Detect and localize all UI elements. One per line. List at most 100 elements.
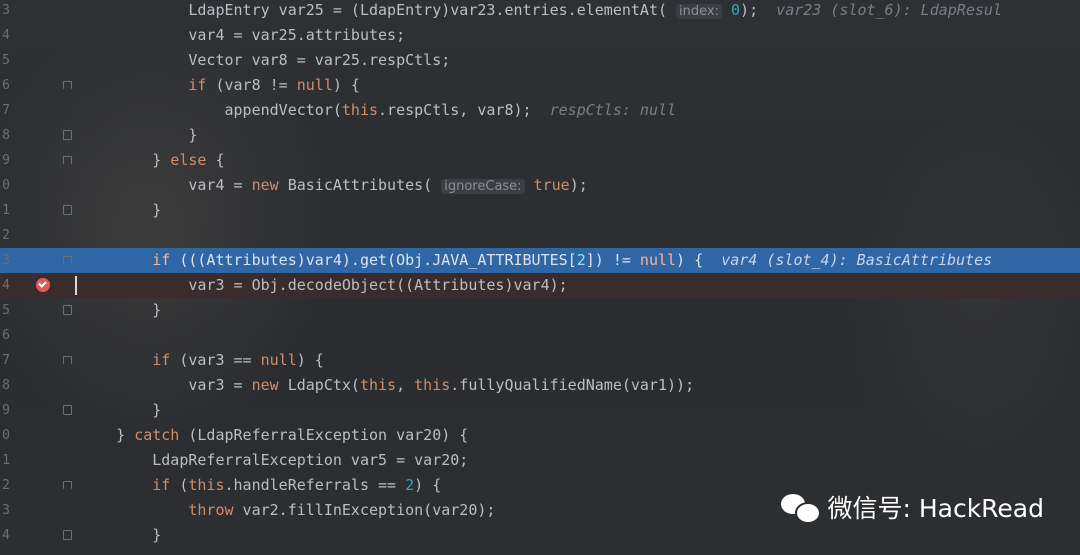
code-editor[interactable]: 3 LdapEntry var25 = (LdapEntry)var23.ent… bbox=[0, 0, 1080, 555]
code-line[interactable]: 4 } bbox=[0, 523, 1080, 548]
code-token: Vector var8 = var25.respCtls; bbox=[80, 51, 451, 69]
code-text[interactable]: } bbox=[80, 298, 161, 323]
code-text[interactable]: Vector var8 = var25.respCtls; bbox=[80, 48, 450, 73]
line-number[interactable]: 6 bbox=[0, 73, 10, 98]
code-token: null bbox=[296, 76, 333, 94]
code-line[interactable]: 1 LdapReferralException var5 = var20; bbox=[0, 448, 1080, 473]
code-text[interactable]: appendVector(this.respCtls, var8); respC… bbox=[80, 98, 676, 123]
code-token: } bbox=[80, 301, 162, 319]
line-number[interactable]: 9 bbox=[0, 398, 10, 423]
code-line[interactable]: 6 bbox=[0, 323, 1080, 348]
code-token: } bbox=[80, 126, 198, 144]
code-token: null bbox=[260, 351, 297, 369]
line-number[interactable]: 7 bbox=[0, 348, 10, 373]
fold-collapse-icon[interactable] bbox=[63, 156, 72, 164]
fold-end-icon[interactable] bbox=[63, 130, 72, 140]
code-token: LdapEntry var25 = (LdapEntry)var23.entri… bbox=[80, 1, 677, 19]
code-line[interactable]: 8 var3 = new LdapCtx(this, this.fullyQua… bbox=[0, 373, 1080, 398]
code-token: BasicAttributes( bbox=[278, 176, 442, 194]
code-line[interactable]: 5 Vector var8 = var25.respCtls; bbox=[0, 48, 1080, 73]
code-text[interactable]: } bbox=[80, 198, 161, 223]
code-line[interactable]: 1 } bbox=[0, 198, 1080, 223]
code-token: this bbox=[341, 101, 379, 119]
code-line[interactable]: 3 LdapEntry var25 = (LdapEntry)var23.ent… bbox=[0, 0, 1080, 23]
line-number[interactable]: 4 bbox=[0, 23, 10, 48]
code-token: var4 = bbox=[80, 176, 252, 194]
line-number[interactable]: 5 bbox=[0, 48, 10, 73]
code-text[interactable]: if (this.handleReferrals == 2) { bbox=[80, 473, 441, 498]
code-text[interactable]: LdapEntry var25 = (LdapEntry)var23.entri… bbox=[80, 0, 1002, 24]
code-token: 2 bbox=[405, 476, 415, 494]
code-line[interactable]: 0 } catch (LdapReferralException var20) … bbox=[0, 423, 1080, 448]
line-number[interactable]: 4 bbox=[0, 273, 10, 298]
line-number[interactable]: 9 bbox=[0, 148, 10, 173]
code-token: new bbox=[251, 376, 279, 394]
code-line[interactable]: 8 } bbox=[0, 123, 1080, 148]
line-number[interactable]: 1 bbox=[0, 448, 10, 473]
code-line[interactable]: 5 } bbox=[0, 298, 1080, 323]
code-text[interactable]: if (var3 == null) { bbox=[80, 348, 324, 373]
code-token: if bbox=[152, 351, 171, 369]
line-number[interactable]: 5 bbox=[0, 298, 10, 323]
code-line[interactable]: 4 var4 = var25.attributes; bbox=[0, 23, 1080, 48]
code-token: ( bbox=[170, 476, 189, 494]
code-line[interactable]: 6 if (var8 != null) { bbox=[0, 73, 1080, 98]
code-text[interactable]: if (var8 != null) { bbox=[80, 73, 360, 98]
code-text[interactable]: var3 = new LdapCtx(this, this.fullyQuali… bbox=[80, 373, 694, 398]
fold-end-icon[interactable] bbox=[63, 205, 72, 215]
code-token: } bbox=[80, 201, 162, 219]
code-token: (var3 == bbox=[170, 351, 261, 369]
line-number[interactable]: 3 bbox=[0, 248, 10, 273]
line-number[interactable]: 2 bbox=[0, 223, 10, 248]
code-text[interactable]: } catch (LdapReferralException var20) { bbox=[80, 423, 468, 448]
code-text[interactable]: if (((Attributes)var4).get(Obj.JAVA_ATTR… bbox=[80, 248, 992, 273]
code-line[interactable]: 7 appendVector(this.respCtls, var8); res… bbox=[0, 98, 1080, 123]
line-number[interactable]: 1 bbox=[0, 198, 10, 223]
line-number[interactable]: 2 bbox=[0, 473, 10, 498]
code-text[interactable]: throw var2.fillInException(var20); bbox=[80, 498, 495, 523]
fold-collapse-icon[interactable] bbox=[63, 481, 72, 489]
code-text[interactable]: var4 = new BasicAttributes( ignoreCase: … bbox=[80, 173, 588, 199]
breakpoint-icon[interactable] bbox=[36, 278, 50, 292]
code-text[interactable]: } else { bbox=[80, 148, 224, 173]
code-line[interactable]: 9 } else { bbox=[0, 148, 1080, 173]
fold-collapse-icon[interactable] bbox=[63, 256, 72, 264]
code-token: 2 bbox=[576, 251, 586, 269]
line-number[interactable]: 8 bbox=[0, 123, 10, 148]
code-text[interactable]: } bbox=[80, 398, 161, 423]
fold-collapse-icon[interactable] bbox=[63, 356, 72, 364]
code-line[interactable]: 7 if (var3 == null) { bbox=[0, 348, 1080, 373]
code-token: true bbox=[533, 176, 570, 194]
code-token: , bbox=[396, 376, 415, 394]
line-number[interactable]: 3 bbox=[0, 498, 10, 523]
code-token: this bbox=[359, 376, 397, 394]
code-line[interactable]: 9 } bbox=[0, 398, 1080, 423]
code-line[interactable]: 0 var4 = new BasicAttributes( ignoreCase… bbox=[0, 173, 1080, 198]
line-number[interactable]: 0 bbox=[0, 173, 10, 198]
code-text[interactable]: } bbox=[80, 123, 197, 148]
code-line[interactable]: 2 bbox=[0, 223, 1080, 248]
code-text[interactable]: LdapReferralException var5 = var20; bbox=[80, 448, 468, 473]
code-text[interactable]: var3 = Obj.decodeObject((Attributes)var4… bbox=[80, 273, 568, 298]
fold-end-icon[interactable] bbox=[63, 530, 72, 540]
line-number[interactable]: 8 bbox=[0, 373, 10, 398]
line-number[interactable]: 3 bbox=[0, 0, 10, 23]
code-text[interactable]: var4 = var25.attributes; bbox=[80, 23, 405, 48]
fold-end-icon[interactable] bbox=[63, 405, 72, 415]
code-token: ) { bbox=[296, 351, 324, 369]
code-line[interactable]: 4 var3 = Obj.decodeObject((Attributes)va… bbox=[0, 273, 1080, 298]
code-text[interactable]: } bbox=[80, 523, 161, 548]
line-number[interactable]: 7 bbox=[0, 98, 10, 123]
fold-collapse-icon[interactable] bbox=[63, 81, 72, 89]
line-number[interactable]: 0 bbox=[0, 423, 10, 448]
code-token: } bbox=[80, 151, 171, 169]
code-token: var3 = Obj.decodeObject((Attributes)var4… bbox=[80, 276, 568, 294]
fold-end-icon[interactable] bbox=[63, 305, 72, 315]
line-number[interactable]: 6 bbox=[0, 323, 10, 348]
code-token: var4 = var25.attributes; bbox=[80, 26, 406, 44]
line-number[interactable]: 4 bbox=[0, 523, 10, 548]
code-line[interactable]: 3 if (((Attributes)var4).get(Obj.JAVA_AT… bbox=[0, 248, 1080, 273]
